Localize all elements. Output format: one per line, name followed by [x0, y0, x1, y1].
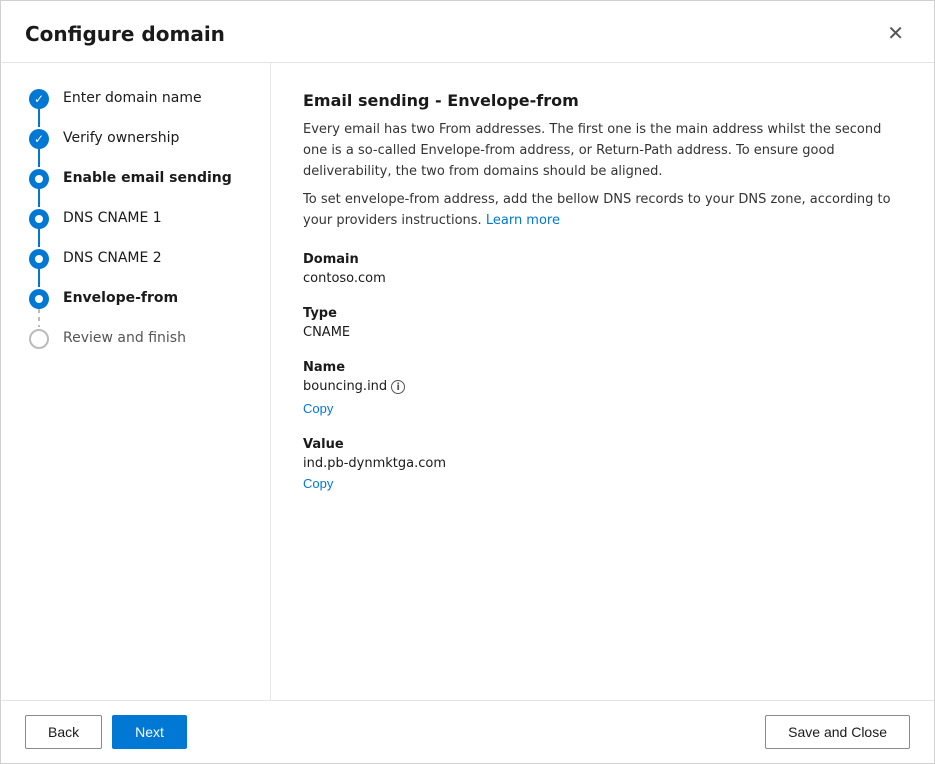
step-line-5	[38, 269, 40, 287]
step-line-6	[38, 309, 40, 327]
field-value-name: bouncing.ind	[303, 379, 387, 394]
close-button[interactable]: ✕	[881, 19, 910, 48]
field-name: Name bouncing.ind i Copy	[303, 360, 902, 417]
step-icon-dns-1	[29, 209, 49, 229]
checkmark-icon-2: ✓	[34, 132, 44, 146]
step-label-dns-cname-2: DNS CNAME 2	[53, 247, 162, 269]
step-icon-enable-email	[29, 169, 49, 189]
step-label-enter-domain: Enter domain name	[53, 87, 202, 109]
sidebar-item-enter-domain: ✓ Enter domain name	[25, 87, 270, 127]
field-label-type: Type	[303, 306, 902, 321]
step-line-3	[38, 189, 40, 207]
learn-more-link[interactable]: Learn more	[486, 213, 560, 228]
step-label-verify-ownership: Verify ownership	[53, 127, 179, 149]
save-and-close-button[interactable]: Save and Close	[765, 715, 910, 749]
field-label-value: Value	[303, 437, 902, 452]
field-label-name: Name	[303, 360, 902, 375]
step-icon-verify-ownership: ✓	[29, 129, 49, 149]
active-dot-2	[35, 215, 43, 223]
step-label-review-finish: Review and finish	[53, 327, 186, 349]
step-line-2	[38, 149, 40, 167]
sidebar-item-dns-cname-1: DNS CNAME 1	[25, 207, 270, 247]
field-value: Value ind.pb-dynmktga.com Copy	[303, 437, 902, 492]
field-value-type: CNAME	[303, 325, 902, 340]
copy-name-button[interactable]: Copy	[303, 401, 333, 416]
sidebar-item-envelope-from: Envelope-from	[25, 287, 270, 327]
step-icon-envelope	[29, 289, 49, 309]
configure-domain-modal: Configure domain ✕ ✓ Enter domain name	[0, 0, 935, 764]
step-icon-review	[29, 329, 49, 349]
step-label-enable-email: Enable email sending	[53, 167, 232, 189]
field-domain: Domain contoso.com	[303, 252, 902, 286]
step-line-4	[38, 229, 40, 247]
active-dot-3	[35, 255, 43, 263]
modal-body: ✓ Enter domain name ✓ Verify ownership	[1, 63, 934, 700]
back-button[interactable]: Back	[25, 715, 102, 749]
next-button[interactable]: Next	[112, 715, 187, 749]
close-icon: ✕	[887, 21, 904, 46]
footer-left-buttons: Back Next	[25, 715, 187, 749]
copy-value-button[interactable]: Copy	[303, 476, 333, 491]
field-label-domain: Domain	[303, 252, 902, 267]
sidebar: ✓ Enter domain name ✓ Verify ownership	[1, 63, 271, 700]
field-value-domain: contoso.com	[303, 271, 902, 286]
main-content: Email sending - Envelope-from Every emai…	[271, 63, 934, 700]
sidebar-item-enable-email-sending: Enable email sending	[25, 167, 270, 207]
description-2: To set envelope-from address, add the be…	[303, 190, 902, 232]
active-dot	[35, 175, 43, 183]
step-icon-enter-domain: ✓	[29, 89, 49, 109]
sidebar-item-dns-cname-2: DNS CNAME 2	[25, 247, 270, 287]
info-icon-name: i	[391, 380, 405, 394]
step-label-envelope-from: Envelope-from	[53, 287, 178, 309]
modal-footer: Back Next Save and Close	[1, 700, 934, 763]
checkmark-icon: ✓	[34, 92, 44, 106]
field-type: Type CNAME	[303, 306, 902, 340]
step-label-dns-cname-1: DNS CNAME 1	[53, 207, 162, 229]
active-dot-4	[35, 295, 43, 303]
modal-header: Configure domain ✕	[1, 1, 934, 63]
field-value-value: ind.pb-dynmktga.com	[303, 456, 902, 471]
name-value-row: bouncing.ind i	[303, 379, 902, 396]
sidebar-item-verify-ownership: ✓ Verify ownership	[25, 127, 270, 167]
sidebar-item-review-finish: Review and finish	[25, 327, 270, 349]
step-line-1	[38, 109, 40, 127]
description-1: Every email has two From addresses. The …	[303, 120, 902, 182]
step-icon-dns-2	[29, 249, 49, 269]
modal-title: Configure domain	[25, 22, 225, 46]
content-title: Email sending - Envelope-from	[303, 91, 902, 110]
